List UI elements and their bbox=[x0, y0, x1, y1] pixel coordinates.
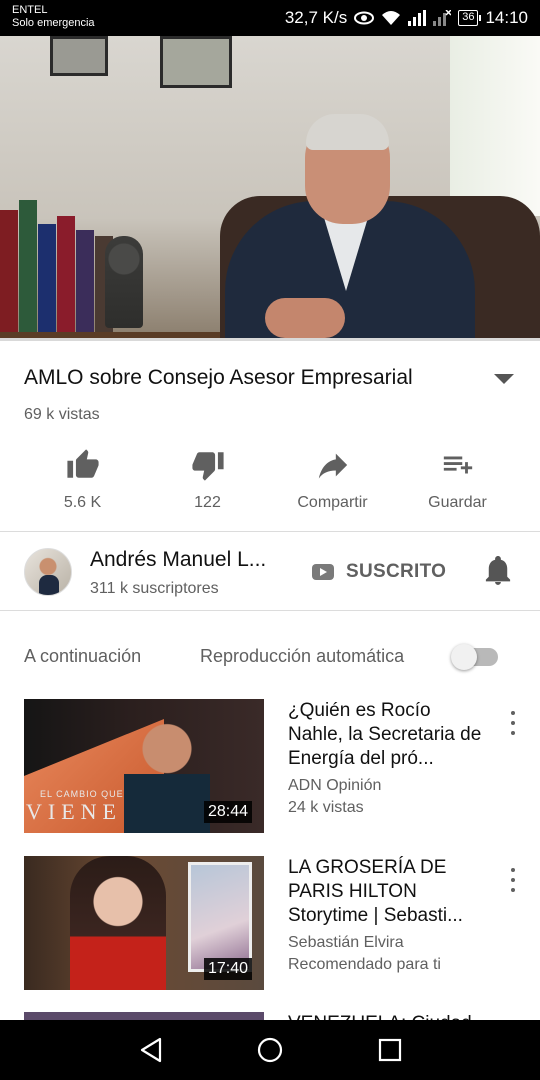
carrier-info: ENTEL Solo emergencia bbox=[12, 4, 95, 30]
channel-avatar[interactable] bbox=[24, 548, 72, 596]
wall-picture bbox=[50, 36, 108, 76]
video-thumbnail[interactable]: 17:40 bbox=[24, 856, 264, 990]
thumbnail-caption: EL CAMBIO QUE bbox=[40, 789, 124, 799]
subscriber-count: 311 k suscriptores bbox=[90, 580, 219, 597]
share-button[interactable]: Compartir bbox=[270, 448, 395, 512]
expand-description-icon[interactable] bbox=[494, 374, 514, 384]
window-backdrop bbox=[450, 36, 540, 216]
dislike-count: 122 bbox=[194, 494, 221, 511]
up-next-label: A continuación bbox=[24, 646, 142, 666]
recommended-video[interactable]: EL CAMBIO QUE VIENE 28:44 ¿Quién es Rocí… bbox=[24, 699, 524, 833]
battery-icon: 36 bbox=[458, 10, 482, 26]
save-button[interactable]: Guardar bbox=[395, 448, 520, 512]
share-label: Compartir bbox=[297, 494, 368, 511]
notification-bell-icon[interactable] bbox=[484, 556, 512, 591]
view-count: 69 k vistas bbox=[24, 406, 100, 423]
recommended-video-title[interactable]: LA GROSERÍA DE PARIS HILTON Storytime | … bbox=[288, 856, 488, 928]
thumbnail-caption: VIENE bbox=[26, 799, 122, 824]
recommended-video-meta: 24 k vistas bbox=[288, 799, 364, 816]
speaker-hands bbox=[265, 298, 345, 338]
like-count: 5.6 K bbox=[63, 494, 102, 511]
recommended-video[interactable]: 17:40 LA GROSERÍA DE PARIS HILTON Storyt… bbox=[24, 856, 524, 990]
recommended-video-title[interactable]: VENEZUELA: Ciudad bbox=[288, 1012, 472, 1020]
recommended-video-meta: Recomendado para ti bbox=[288, 956, 441, 973]
video-progress-bar[interactable] bbox=[0, 338, 540, 341]
thumbnail-person bbox=[124, 719, 210, 833]
signal-icon bbox=[408, 10, 427, 26]
carrier-name: ENTEL bbox=[12, 4, 48, 16]
more-options-icon[interactable] bbox=[510, 711, 516, 735]
home-icon[interactable] bbox=[256, 1036, 284, 1069]
wall-picture bbox=[160, 36, 232, 88]
speaker-hair bbox=[306, 114, 389, 150]
recommended-video-title[interactable]: ¿Quién es Rocío Nahle, la Secretaria de … bbox=[288, 699, 488, 771]
video-thumbnail[interactable] bbox=[24, 1012, 264, 1020]
video-thumbnail[interactable]: EL CAMBIO QUE VIENE 28:44 bbox=[24, 699, 264, 833]
video-duration: 17:40 bbox=[203, 958, 252, 980]
thumbnail-person bbox=[70, 856, 166, 990]
system-nav-bar bbox=[0, 1020, 540, 1080]
channel-name[interactable]: Andrés Manuel L... bbox=[90, 548, 295, 572]
save-label: Guardar bbox=[428, 494, 487, 511]
action-bar: 5.6 K 122 Compartir Guardar bbox=[20, 448, 520, 512]
divider bbox=[0, 610, 540, 611]
share-icon bbox=[318, 453, 347, 479]
status-bar: ENTEL Solo emergencia 32,7 K/s 36 14:10 bbox=[0, 0, 540, 36]
status-icons: 32,7 K/s 36 14:10 bbox=[285, 8, 528, 28]
more-options-icon[interactable] bbox=[510, 868, 516, 892]
signal-no-sim-icon bbox=[433, 10, 452, 26]
autoplay-toggle-knob[interactable] bbox=[451, 644, 477, 670]
autoplay-label: Reproducción automática bbox=[200, 646, 405, 666]
like-button[interactable]: 5.6 K bbox=[20, 448, 145, 512]
back-icon[interactable] bbox=[138, 1036, 164, 1069]
bookshelf bbox=[0, 196, 114, 340]
dislike-button[interactable]: 122 bbox=[145, 448, 270, 512]
youtube-logo-icon bbox=[312, 564, 334, 580]
add-to-playlist-icon bbox=[443, 456, 472, 474]
wifi-icon bbox=[381, 10, 401, 26]
network-note: Solo emergencia bbox=[12, 17, 95, 29]
thumbnail-inset-photo bbox=[188, 862, 252, 972]
thumbs-up-icon bbox=[66, 449, 99, 478]
video-duration: 28:44 bbox=[203, 801, 252, 823]
clock: 14:10 bbox=[485, 8, 528, 27]
recent-apps-icon[interactable] bbox=[377, 1036, 403, 1069]
bust-statue bbox=[105, 236, 143, 328]
eye-icon bbox=[354, 11, 375, 25]
thumbs-down-icon bbox=[191, 452, 224, 481]
video-title-row[interactable]: AMLO sobre Consejo Asesor Empresarial bbox=[24, 364, 524, 392]
recommended-video-channel: Sebastián Elvira bbox=[288, 934, 404, 951]
subscribed-button[interactable]: SUSCRITO bbox=[346, 561, 446, 583]
divider bbox=[0, 531, 540, 532]
video-title: AMLO sobre Consejo Asesor Empresarial bbox=[24, 366, 413, 389]
network-speed: 32,7 K/s bbox=[284, 8, 348, 27]
recommended-video-channel: ADN Opinión bbox=[288, 777, 382, 794]
video-player[interactable] bbox=[0, 36, 540, 340]
